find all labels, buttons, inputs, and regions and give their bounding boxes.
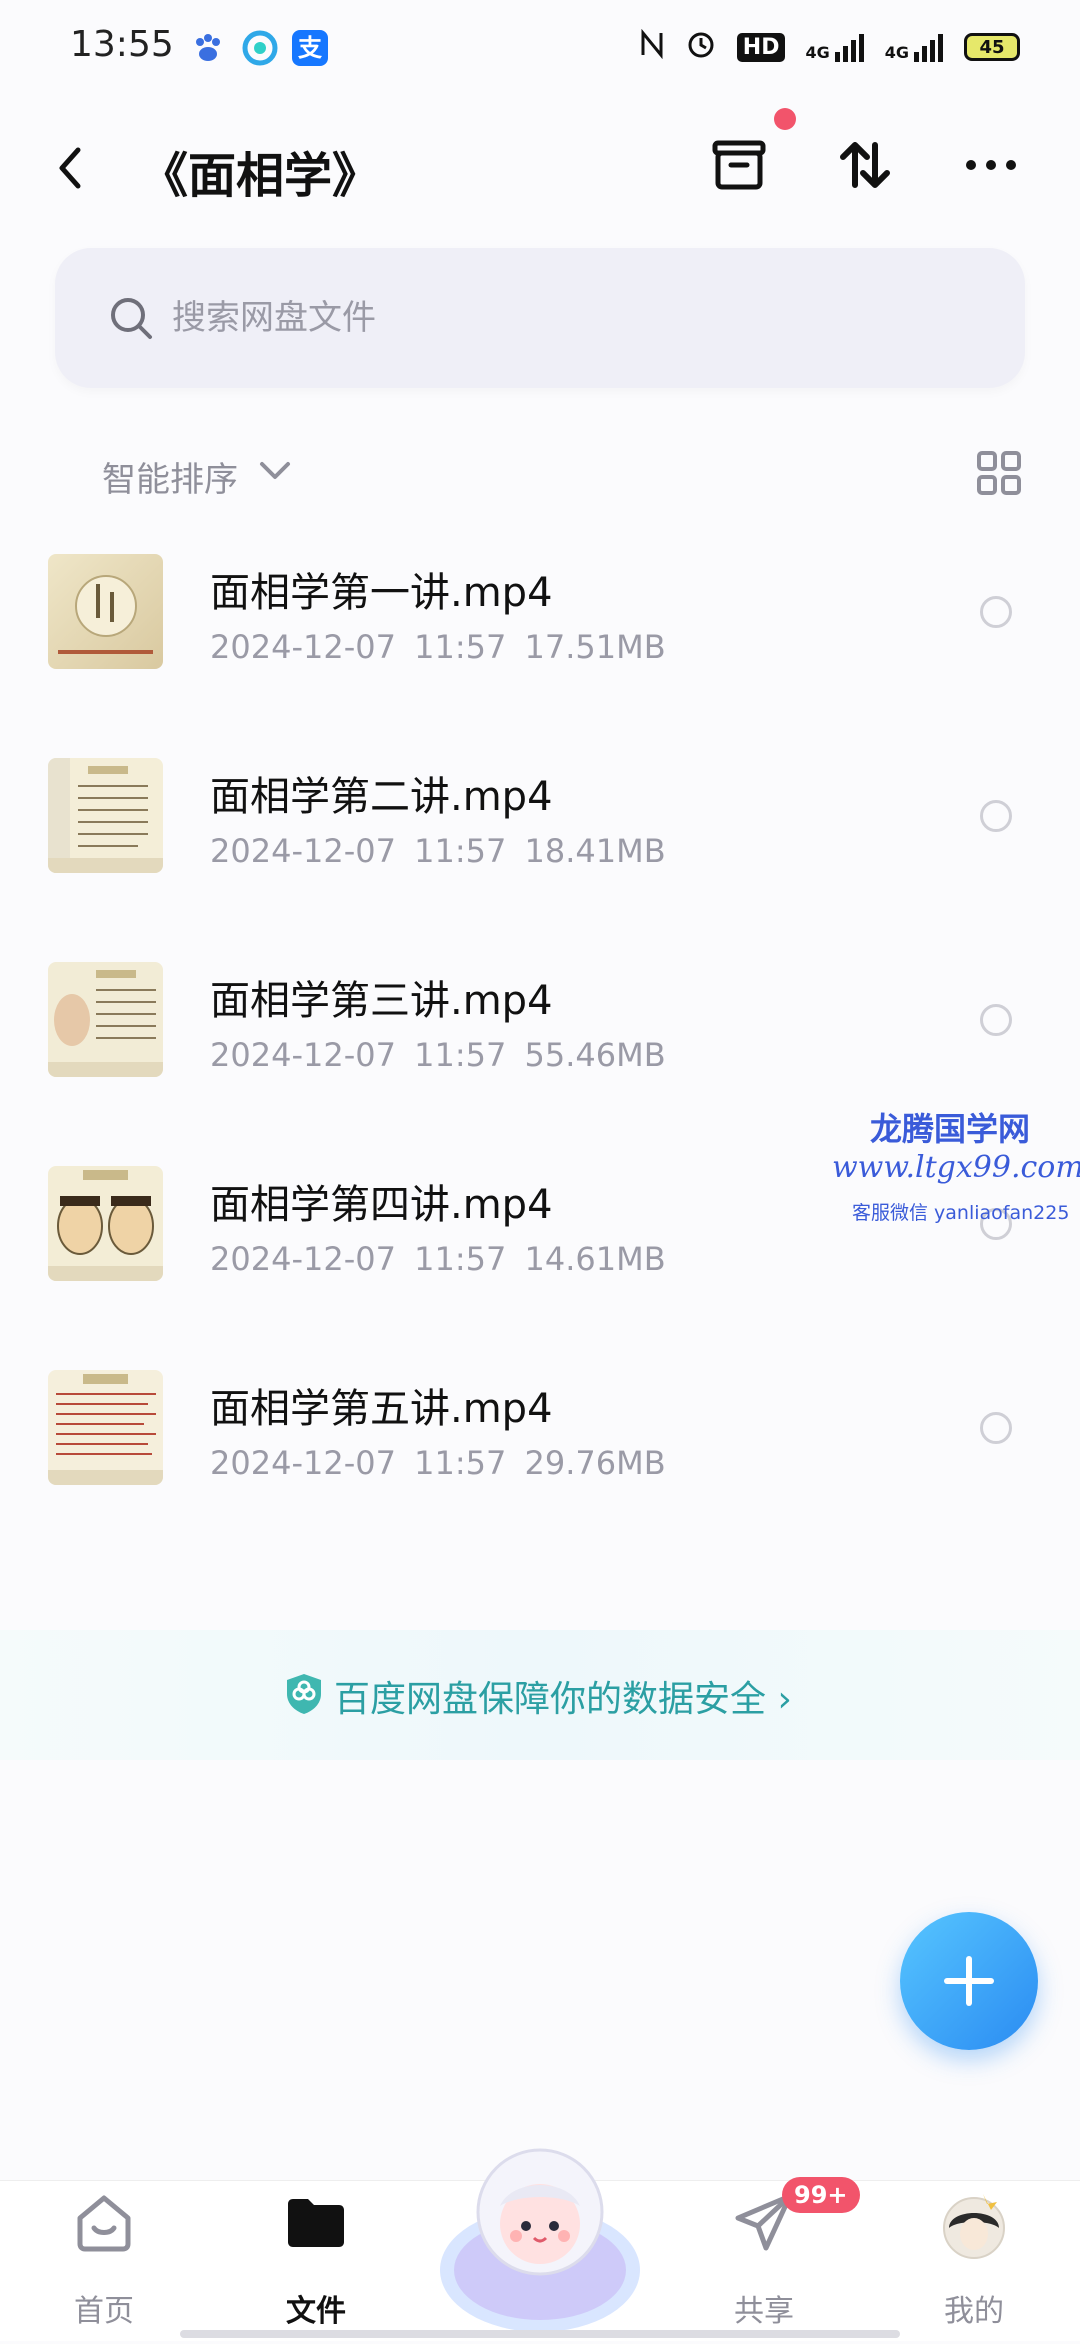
- file-date: 2024-12-07: [210, 1240, 396, 1278]
- file-time: 11:57: [414, 1240, 507, 1278]
- nav-label-files: 文件: [286, 2294, 346, 2329]
- file-meta: 2024-12-07 11:57 14.61MB: [210, 1240, 666, 1278]
- transfer-box-icon[interactable]: [704, 130, 774, 200]
- search-icon: [108, 295, 154, 345]
- grid-view-icon[interactable]: [976, 450, 1022, 500]
- nfc-icon: [639, 28, 665, 65]
- alarm-icon: [685, 28, 717, 66]
- file-size: 18.41MB: [524, 832, 666, 870]
- list-item[interactable]: 面相学第一讲.mp4 2024-12-07 11:57 17.51MB: [0, 520, 1080, 720]
- file-time: 11:57: [414, 1444, 507, 1482]
- nav-label-share: 共享: [734, 2294, 794, 2329]
- sort-dropdown[interactable]: 智能排序: [102, 452, 238, 501]
- select-radio[interactable]: [980, 596, 1012, 628]
- file-date: 2024-12-07: [210, 832, 396, 870]
- home-indicator: [180, 2330, 900, 2338]
- file-time: 11:57: [414, 1036, 507, 1074]
- file-time: 11:57: [414, 832, 507, 870]
- file-time: 11:57: [414, 628, 507, 666]
- watermark-contact: 客服微信 yanliaofan225: [852, 1202, 1070, 1224]
- avatar: [939, 2190, 1009, 2264]
- network-type-2: 4G: [884, 43, 909, 62]
- video-thumbnail: [48, 758, 163, 873]
- notification-dot: [774, 108, 796, 130]
- signal-icon: 4G: [805, 32, 864, 62]
- file-size: 14.61MB: [524, 1240, 666, 1278]
- select-radio[interactable]: [980, 800, 1012, 832]
- signal-icon-2: 4G: [885, 32, 944, 62]
- hd-label: HD: [736, 32, 786, 62]
- ai-assistant-mascot[interactable]: [432, 2120, 648, 2340]
- shield-icon: [284, 1672, 324, 1720]
- select-radio[interactable]: [980, 1004, 1012, 1036]
- file-meta: 2024-12-07 11:57 29.76MB: [210, 1444, 666, 1482]
- browser-app-icon: [242, 30, 278, 66]
- video-thumbnail: [48, 1166, 163, 1281]
- nav-label-me: 我的: [944, 2294, 1004, 2329]
- file-size: 17.51MB: [524, 628, 666, 666]
- home-icon: [72, 2190, 136, 2258]
- file-date: 2024-12-07: [210, 1036, 396, 1074]
- search-input[interactable]: [172, 296, 952, 340]
- video-thumbnail: [48, 962, 163, 1077]
- add-button[interactable]: [900, 1912, 1038, 2050]
- nav-item-home[interactable]: 首页: [14, 2190, 194, 2330]
- nav-item-me[interactable]: 我的: [884, 2190, 1064, 2330]
- file-meta: 2024-12-07 11:57 55.46MB: [210, 1036, 666, 1074]
- list-item[interactable]: 面相学第三讲.mp4 2024-12-07 11:57 55.46MB: [0, 928, 1080, 1128]
- list-item[interactable]: 面相学第五讲.mp4 2024-12-07 11:57 29.76MB: [0, 1336, 1080, 1536]
- nav-item-files[interactable]: 文件: [226, 2190, 406, 2330]
- alipay-icon: 支: [292, 30, 328, 66]
- plus-icon: [944, 1956, 994, 2006]
- network-type-1: 4G: [805, 43, 830, 62]
- status-time: 13:55: [70, 24, 174, 65]
- folder-icon: [284, 2190, 348, 2258]
- file-date: 2024-12-07: [210, 1444, 396, 1482]
- file-meta: 2024-12-07 11:57 18.41MB: [210, 832, 666, 870]
- share-badge: 99+: [782, 2177, 860, 2213]
- file-name: 面相学第五讲.mp4: [210, 1386, 553, 1432]
- file-name: 面相学第三讲.mp4: [210, 978, 553, 1024]
- battery-level: 45: [979, 36, 1005, 58]
- video-thumbnail: [48, 554, 163, 669]
- nav-label-home: 首页: [74, 2294, 134, 2329]
- chevron-down-icon[interactable]: [258, 460, 292, 486]
- file-size: 29.76MB: [524, 1444, 666, 1482]
- list-item[interactable]: 面相学第二讲.mp4 2024-12-07 11:57 18.41MB: [0, 724, 1080, 924]
- watermark-url: www.ltgx99.com: [832, 1150, 1080, 1185]
- file-name: 面相学第二讲.mp4: [210, 774, 553, 820]
- battery-icon: 45: [964, 33, 1020, 61]
- more-icon[interactable]: [956, 130, 1026, 200]
- file-name: 面相学第四讲.mp4: [210, 1182, 553, 1228]
- status-right-icons: HD 4G 4G 45: [639, 28, 1020, 66]
- baidu-paw-icon: [190, 30, 226, 66]
- file-date: 2024-12-07: [210, 628, 396, 666]
- file-name: 面相学第一讲.mp4: [210, 570, 553, 616]
- file-size: 55.46MB: [524, 1036, 666, 1074]
- video-thumbnail: [48, 1370, 163, 1485]
- select-radio[interactable]: [980, 1412, 1012, 1444]
- sort-arrows-icon[interactable]: [830, 130, 900, 200]
- safety-banner-text[interactable]: 百度网盘保障你的数据安全 ›: [334, 1670, 792, 1722]
- back-icon[interactable]: [50, 138, 90, 198]
- watermark-title: 龙腾国学网: [870, 1110, 1031, 1148]
- file-meta: 2024-12-07 11:57 17.51MB: [210, 628, 666, 666]
- page-title: 《面相学》: [140, 148, 381, 204]
